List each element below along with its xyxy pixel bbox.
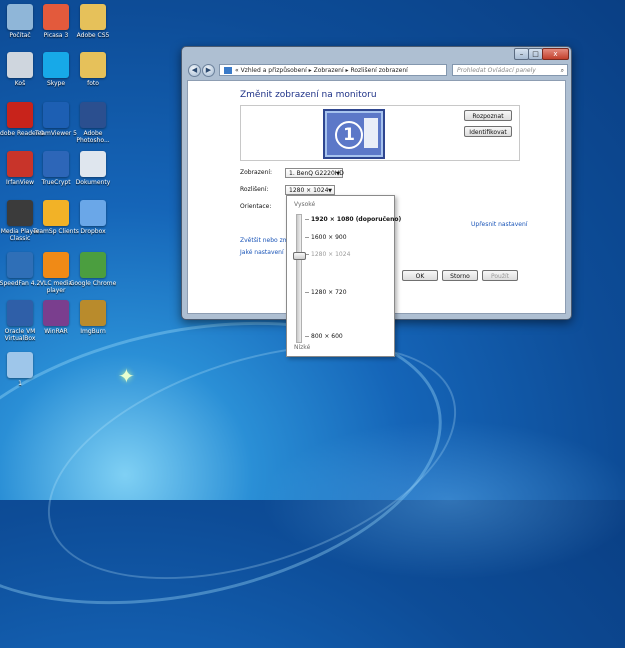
desktop-icon[interactable]: Google Chrome [67, 252, 119, 287]
resolution-value: 1280 × 1024 [289, 187, 329, 194]
application-icon [43, 52, 69, 78]
back-arrow-icon[interactable]: ◀ [188, 64, 201, 77]
monitor-window-shape [364, 118, 378, 148]
window-caption[interactable]: – □ x [182, 47, 571, 61]
slider-low-label: Nízké [294, 344, 311, 351]
application-icon [7, 352, 33, 378]
slider-high-label: Vysoké [294, 201, 316, 208]
resolution-option[interactable]: 1280 × 1024 [311, 251, 350, 258]
application-icon [43, 252, 69, 278]
display-dropdown[interactable]: 1. BenQ G2220HD ▼ [285, 168, 344, 178]
application-icon [80, 4, 106, 30]
control-panel-icon [224, 67, 232, 74]
page-title: Změnit zobrazení na monitoru [240, 90, 377, 100]
address-breadcrumb: « Vzhled a přizpůsobení ▸ Zobrazení ▸ Ro… [235, 67, 408, 74]
apply-button[interactable]: Použít [482, 270, 518, 281]
detect-button[interactable]: Rozpoznat [464, 110, 512, 121]
desktop-icon[interactable]: Adobe Photosho... [67, 102, 119, 144]
ok-button[interactable]: OK [402, 270, 438, 281]
desktop-icon-label: Dokumenty [75, 179, 111, 186]
navigation-bar: ◀ ▶ « Vzhled a přizpůsobení ▸ Zobrazení … [186, 61, 568, 79]
slider-tick [305, 237, 309, 238]
forward-arrow-icon[interactable]: ▶ [202, 64, 215, 77]
desktop-icon[interactable]: 1 [0, 352, 46, 387]
desktop-icon-label: foto [87, 80, 99, 87]
resolution-slider-track[interactable] [296, 214, 302, 343]
application-icon [43, 4, 69, 30]
minimize-button[interactable]: – [514, 48, 529, 60]
slider-tick [305, 292, 309, 293]
monitor-number: 1 [335, 121, 363, 149]
application-icon [80, 300, 106, 326]
application-icon [80, 151, 106, 177]
resolution-label: Rozlišení: [240, 186, 269, 193]
cancel-button[interactable]: Storno [442, 270, 478, 281]
desktop-icon-label: 1 [18, 380, 22, 387]
application-icon [80, 102, 106, 128]
application-icon [43, 151, 69, 177]
monitor-preview: 1 Rozpoznat Identifikovat [240, 105, 520, 161]
desktop-icon-label: Dropbox [80, 228, 106, 235]
orientation-label: Orientace: [240, 203, 272, 210]
resolution-option[interactable]: 1280 × 720 [311, 289, 347, 296]
slider-tick [305, 336, 309, 337]
which-settings-link[interactable]: Jaké nastavení m [240, 249, 291, 256]
address-bar[interactable]: « Vzhled a přizpůsobení ▸ Zobrazení ▸ Ro… [219, 64, 447, 76]
application-icon [80, 52, 106, 78]
maximize-button[interactable]: □ [528, 48, 543, 60]
application-icon [43, 102, 69, 128]
monitor-tile[interactable]: 1 [323, 109, 385, 159]
desktop-icon-label: ImgBurn [80, 328, 106, 335]
application-icon [43, 200, 69, 226]
desktop-icon[interactable]: ImgBurn [67, 300, 119, 335]
resolution-option[interactable]: 800 × 600 [311, 333, 343, 340]
application-icon [80, 252, 106, 278]
application-icon [80, 200, 106, 226]
application-icon [43, 300, 69, 326]
enlarge-text-link[interactable]: Zvětšit nebo zme [240, 237, 292, 244]
search-icon[interactable]: ⌕ [561, 65, 564, 75]
wallpaper-glow [260, 420, 625, 580]
wallpaper-swirl [18, 299, 486, 625]
resolution-option[interactable]: 1600 × 900 [311, 234, 347, 241]
resolution-dropdown[interactable]: 1280 × 1024 ▼ [285, 185, 335, 195]
resolution-slider-popup: Vysoké Nízké 1920 × 1080 (doporučeno) 160… [286, 195, 401, 357]
desktop-icon[interactable]: Dropbox [67, 200, 119, 235]
display-label: Zobrazení: [240, 169, 273, 176]
wallpaper-sparkle: ✦ [118, 364, 135, 388]
desktop-icon[interactable]: foto [67, 52, 119, 87]
desktop-icon[interactable]: Adobe CS5 [67, 4, 119, 39]
advanced-settings-link[interactable]: Upřesnit nastavení [471, 221, 527, 228]
slider-tick [305, 219, 309, 220]
close-button[interactable]: x [542, 48, 569, 60]
desktop-icon-label: Google Chrome [69, 280, 117, 287]
resolution-option[interactable]: 1920 × 1080 (doporučeno) [311, 216, 401, 223]
search-placeholder: Prohledat Ovládací panely [457, 67, 536, 74]
search-input[interactable]: Prohledat Ovládací panely ⌕ [452, 64, 568, 76]
desktop-icon[interactable]: Dokumenty [67, 151, 119, 186]
chevron-down-icon: ▼ [336, 171, 340, 177]
desktop-icon-label: Adobe CS5 [76, 32, 110, 39]
slider-thumb[interactable] [293, 252, 306, 260]
desktop-icon-label: Adobe Photosho... [76, 130, 110, 144]
identify-button[interactable]: Identifikovat [464, 126, 512, 137]
